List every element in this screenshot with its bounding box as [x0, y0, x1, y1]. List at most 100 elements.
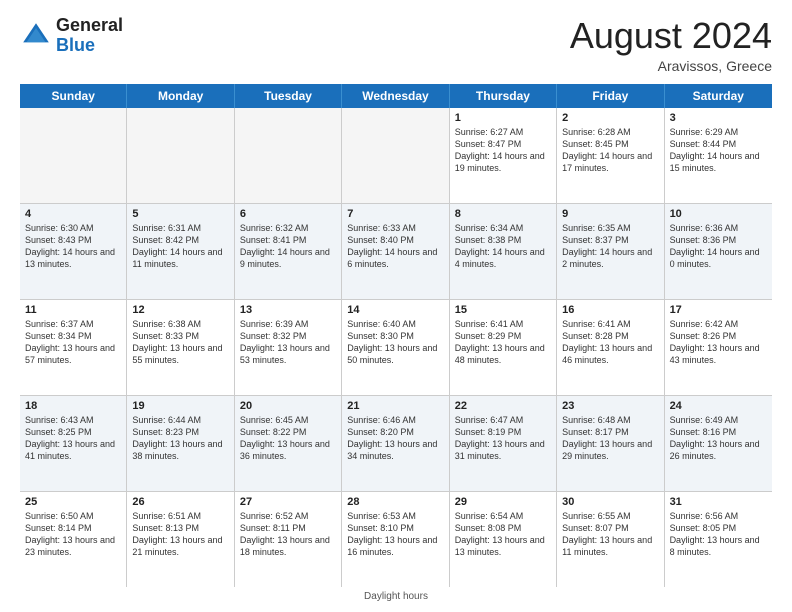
- calendar-day-cell: 26Sunrise: 6:51 AM Sunset: 8:13 PM Dayli…: [127, 492, 234, 587]
- calendar-day-cell: 16 Sunrise: 6:41 AM Sunset: 8:28 PM Dayli…: [557, 300, 664, 395]
- day-details: Sunrise: 6:53 AM Sunset: 8:10 PM Dayligh…: [347, 510, 443, 559]
- day-details: Sunrise: 6:46 AM Sunset: 8:20 PM Dayligh…: [347, 414, 443, 463]
- day-details: Sunrise: 6:35 AM Sunset: 8:37 PM Dayligh…: [562, 222, 658, 271]
- day-number: 23: [562, 400, 658, 412]
- calendar-day-cell: 15 Sunrise: 6:41 AM Sunset: 8:29 PM Dayli…: [450, 300, 557, 395]
- calendar-day-cell: 28 Sunrise: 6:53 AM Sunset: 8:10 PM Dayli…: [342, 492, 449, 587]
- day-details: Sunrise: 6:41 AM Sunset: 8:29 PM Dayligh…: [455, 318, 551, 367]
- calendar-day-cell: 4Sunrise: 6:30 AM Sunset: 8:43 PM Daylig…: [20, 204, 127, 299]
- calendar-day-cell: 22 Sunrise: 6:47 AM Sunset: 8:19 PM Dayli…: [450, 396, 557, 491]
- day-of-week-header: Wednesday: [342, 84, 449, 108]
- day-details: Sunrise: 6:31 AM Sunset: 8:42 PM Dayligh…: [132, 222, 228, 271]
- empty-cell: [127, 108, 234, 203]
- logo-blue: Blue: [56, 36, 123, 56]
- day-number: 6: [240, 208, 336, 220]
- day-number: 27: [240, 496, 336, 508]
- day-of-week-header: Friday: [557, 84, 664, 108]
- empty-cell: [342, 108, 449, 203]
- month-title: August 2024: [570, 16, 772, 56]
- day-number: 2: [562, 112, 658, 124]
- day-number: 18: [25, 400, 121, 412]
- day-details: Sunrise: 6:36 AM Sunset: 8:36 PM Dayligh…: [670, 222, 767, 271]
- empty-cell: [235, 108, 342, 203]
- calendar-day-cell: 18 Sunrise: 6:43 AM Sunset: 8:25 PM Dayli…: [20, 396, 127, 491]
- calendar-day-cell: 23Sunrise: 6:48 AM Sunset: 8:17 PM Dayli…: [557, 396, 664, 491]
- day-details: Sunrise: 6:33 AM Sunset: 8:40 PM Dayligh…: [347, 222, 443, 271]
- location: Aravissos, Greece: [570, 58, 772, 74]
- day-number: 15: [455, 304, 551, 316]
- calendar-week-row: 11 Sunrise: 6:37 AM Sunset: 8:34 PM Dayli…: [20, 300, 772, 396]
- day-details: Sunrise: 6:34 AM Sunset: 8:38 PM Dayligh…: [455, 222, 551, 271]
- calendar-day-cell: 9 Sunrise: 6:35 AM Sunset: 8:37 PM Daylig…: [557, 204, 664, 299]
- calendar-day-cell: 2 Sunrise: 6:28 AM Sunset: 8:45 PM Daylig…: [557, 108, 664, 203]
- day-number: 20: [240, 400, 336, 412]
- day-details: Sunrise: 6:39 AM Sunset: 8:32 PM Dayligh…: [240, 318, 336, 367]
- day-number: 10: [670, 208, 767, 220]
- day-details: Sunrise: 6:32 AM Sunset: 8:41 PM Dayligh…: [240, 222, 336, 271]
- day-number: 19: [132, 400, 228, 412]
- day-details: Sunrise: 6:44 AM Sunset: 8:23 PM Dayligh…: [132, 414, 228, 463]
- day-number: 22: [455, 400, 551, 412]
- day-of-week-header: Tuesday: [235, 84, 342, 108]
- calendar-day-cell: 17 Sunrise: 6:42 AM Sunset: 8:26 PM Dayli…: [665, 300, 772, 395]
- calendar-day-cell: 3Sunrise: 6:29 AM Sunset: 8:44 PM Daylig…: [665, 108, 772, 203]
- calendar-day-cell: 21 Sunrise: 6:46 AM Sunset: 8:20 PM Dayli…: [342, 396, 449, 491]
- calendar-week-row: 1 Sunrise: 6:27 AM Sunset: 8:47 PM Daylig…: [20, 108, 772, 204]
- calendar-day-cell: 31Sunrise: 6:56 AM Sunset: 8:05 PM Dayli…: [665, 492, 772, 587]
- day-number: 8: [455, 208, 551, 220]
- calendar-day-cell: 24 Sunrise: 6:49 AM Sunset: 8:16 PM Dayli…: [665, 396, 772, 491]
- calendar-day-cell: 19 Sunrise: 6:44 AM Sunset: 8:23 PM Dayli…: [127, 396, 234, 491]
- day-number: 1: [455, 112, 551, 124]
- day-number: 28: [347, 496, 443, 508]
- day-number: 25: [25, 496, 121, 508]
- day-of-week-header: Saturday: [665, 84, 772, 108]
- day-details: Sunrise: 6:42 AM Sunset: 8:26 PM Dayligh…: [670, 318, 767, 367]
- calendar-day-cell: 14Sunrise: 6:40 AM Sunset: 8:30 PM Dayli…: [342, 300, 449, 395]
- day-number: 24: [670, 400, 767, 412]
- day-details: Sunrise: 6:55 AM Sunset: 8:07 PM Dayligh…: [562, 510, 658, 559]
- calendar-week-row: 4Sunrise: 6:30 AM Sunset: 8:43 PM Daylig…: [20, 204, 772, 300]
- day-details: Sunrise: 6:50 AM Sunset: 8:14 PM Dayligh…: [25, 510, 121, 559]
- day-details: Sunrise: 6:37 AM Sunset: 8:34 PM Dayligh…: [25, 318, 121, 367]
- day-number: 9: [562, 208, 658, 220]
- calendar-day-cell: 1 Sunrise: 6:27 AM Sunset: 8:47 PM Daylig…: [450, 108, 557, 203]
- day-number: 17: [670, 304, 767, 316]
- logo-icon: [20, 20, 52, 52]
- day-number: 29: [455, 496, 551, 508]
- day-details: Sunrise: 6:49 AM Sunset: 8:16 PM Dayligh…: [670, 414, 767, 463]
- calendar-week-row: 25 Sunrise: 6:50 AM Sunset: 8:14 PM Dayli…: [20, 492, 772, 587]
- day-number: 5: [132, 208, 228, 220]
- calendar-day-cell: 12 Sunrise: 6:38 AM Sunset: 8:33 PM Dayli…: [127, 300, 234, 395]
- day-of-week-header: Thursday: [450, 84, 557, 108]
- day-number: 11: [25, 304, 121, 316]
- calendar-day-cell: 6 Sunrise: 6:32 AM Sunset: 8:41 PM Daylig…: [235, 204, 342, 299]
- day-details: Sunrise: 6:47 AM Sunset: 8:19 PM Dayligh…: [455, 414, 551, 463]
- day-number: 21: [347, 400, 443, 412]
- calendar-day-cell: 20 Sunrise: 6:45 AM Sunset: 8:22 PM Dayli…: [235, 396, 342, 491]
- calendar-week-row: 18 Sunrise: 6:43 AM Sunset: 8:25 PM Dayli…: [20, 396, 772, 492]
- calendar-day-cell: 5 Sunrise: 6:31 AM Sunset: 8:42 PM Daylig…: [127, 204, 234, 299]
- day-details: Sunrise: 6:28 AM Sunset: 8:45 PM Dayligh…: [562, 126, 658, 175]
- calendar-day-cell: 10 Sunrise: 6:36 AM Sunset: 8:36 PM Dayli…: [665, 204, 772, 299]
- calendar-day-cell: 8 Sunrise: 6:34 AM Sunset: 8:38 PM Daylig…: [450, 204, 557, 299]
- calendar-day-cell: 7 Sunrise: 6:33 AM Sunset: 8:40 PM Daylig…: [342, 204, 449, 299]
- day-details: Sunrise: 6:51 AM Sunset: 8:13 PM Dayligh…: [132, 510, 228, 559]
- day-details: Sunrise: 6:38 AM Sunset: 8:33 PM Dayligh…: [132, 318, 228, 367]
- calendar-day-cell: 11 Sunrise: 6:37 AM Sunset: 8:34 PM Dayli…: [20, 300, 127, 395]
- day-details: Sunrise: 6:43 AM Sunset: 8:25 PM Dayligh…: [25, 414, 121, 463]
- day-details: Sunrise: 6:29 AM Sunset: 8:44 PM Dayligh…: [670, 126, 767, 175]
- page: General Blue August 2024 Aravissos, Gree…: [0, 0, 792, 612]
- logo: General Blue: [20, 16, 123, 56]
- day-details: Sunrise: 6:27 AM Sunset: 8:47 PM Dayligh…: [455, 126, 551, 175]
- footer-note: Daylight hours: [20, 591, 772, 602]
- day-number: 16: [562, 304, 658, 316]
- title-block: August 2024 Aravissos, Greece: [570, 16, 772, 74]
- logo-general: General: [56, 16, 123, 36]
- day-number: 12: [132, 304, 228, 316]
- calendar: SundayMondayTuesdayWednesdayThursdayFrid…: [20, 84, 772, 587]
- day-details: Sunrise: 6:41 AM Sunset: 8:28 PM Dayligh…: [562, 318, 658, 367]
- day-of-week-header: Sunday: [20, 84, 127, 108]
- day-number: 30: [562, 496, 658, 508]
- day-details: Sunrise: 6:45 AM Sunset: 8:22 PM Dayligh…: [240, 414, 336, 463]
- day-number: 7: [347, 208, 443, 220]
